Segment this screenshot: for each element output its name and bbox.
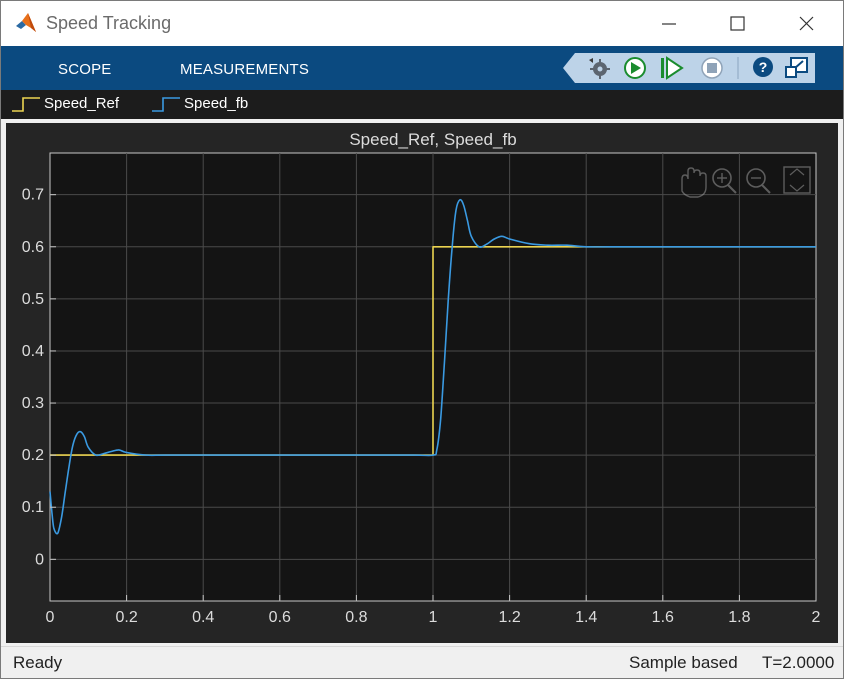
y-tick-label: 0.3 [22,395,44,412]
minimize-button[interactable] [651,9,697,39]
y-tick-label: 0.7 [22,187,44,204]
x-tick-label: 1 [429,609,438,626]
stop-icon[interactable] [701,57,723,79]
x-tick-label: 1.2 [498,609,520,626]
x-tick-label: 1.8 [728,609,750,626]
x-tick-label: 0.4 [192,609,214,626]
scope-window: Speed Tracking SCOPE MEASUREMENTS ? Spee… [0,0,844,679]
legend-swatch-speed-ref [12,97,40,112]
y-tick-label: 0 [35,551,44,568]
matlab-logo-icon [16,13,36,32]
x-tick-label: 0 [46,609,55,626]
y-tick-label: 0.6 [22,239,44,256]
legend-label-speed-ref: Speed_Ref [44,95,120,112]
run-icon[interactable] [624,57,646,79]
status-time: T=2.0000 [762,653,835,672]
legend-label-speed-fb: Speed_fb [184,95,249,112]
maximize-button[interactable] [714,9,760,39]
tab-measurements[interactable]: MEASUREMENTS [180,61,309,78]
x-tick-label: 1.6 [652,609,674,626]
tab-scope[interactable]: SCOPE [58,61,112,78]
x-tick-label: 0.6 [269,609,291,626]
title-bar: Speed Tracking [1,1,843,46]
y-tick-label: 0.1 [22,499,44,516]
close-button[interactable] [783,9,829,39]
plot-area: 0 0.2 0.4 0.6 0.8 1 1.2 1.4 1.6 1.8 2 0 0.1 0.2 0.3 0.… [6,123,838,643]
chart-title: Speed_Ref, Speed_fb [349,130,516,149]
status-bar: Ready Sample based T=2.0000 [1,646,843,678]
x-tick-label: 0.2 [115,609,137,626]
legend-swatch-speed-fb [152,97,180,112]
speed-chart[interactable]: 0 0.2 0.4 0.6 0.8 1 1.2 1.4 1.6 1.8 2 0 0.1 0.2 0.3 0.… [6,123,838,643]
y-tick-label: 0.5 [22,291,44,308]
status-ready: Ready [13,653,63,672]
x-tick-label: 1.4 [575,609,597,626]
y-tick-label: 0.2 [22,447,44,464]
window-title: Speed Tracking [46,13,172,33]
svg-text:?: ? [759,59,768,75]
x-tick-label: 2 [812,609,821,626]
toolstrip-button-group: ? [563,53,815,83]
legend-bar: Speed_Ref Speed_fb [1,90,843,119]
y-tick-label: 0.4 [22,343,44,360]
help-icon[interactable]: ? [753,57,773,77]
x-tick-label: 0.8 [345,609,367,626]
status-sample-mode: Sample based [629,653,738,672]
